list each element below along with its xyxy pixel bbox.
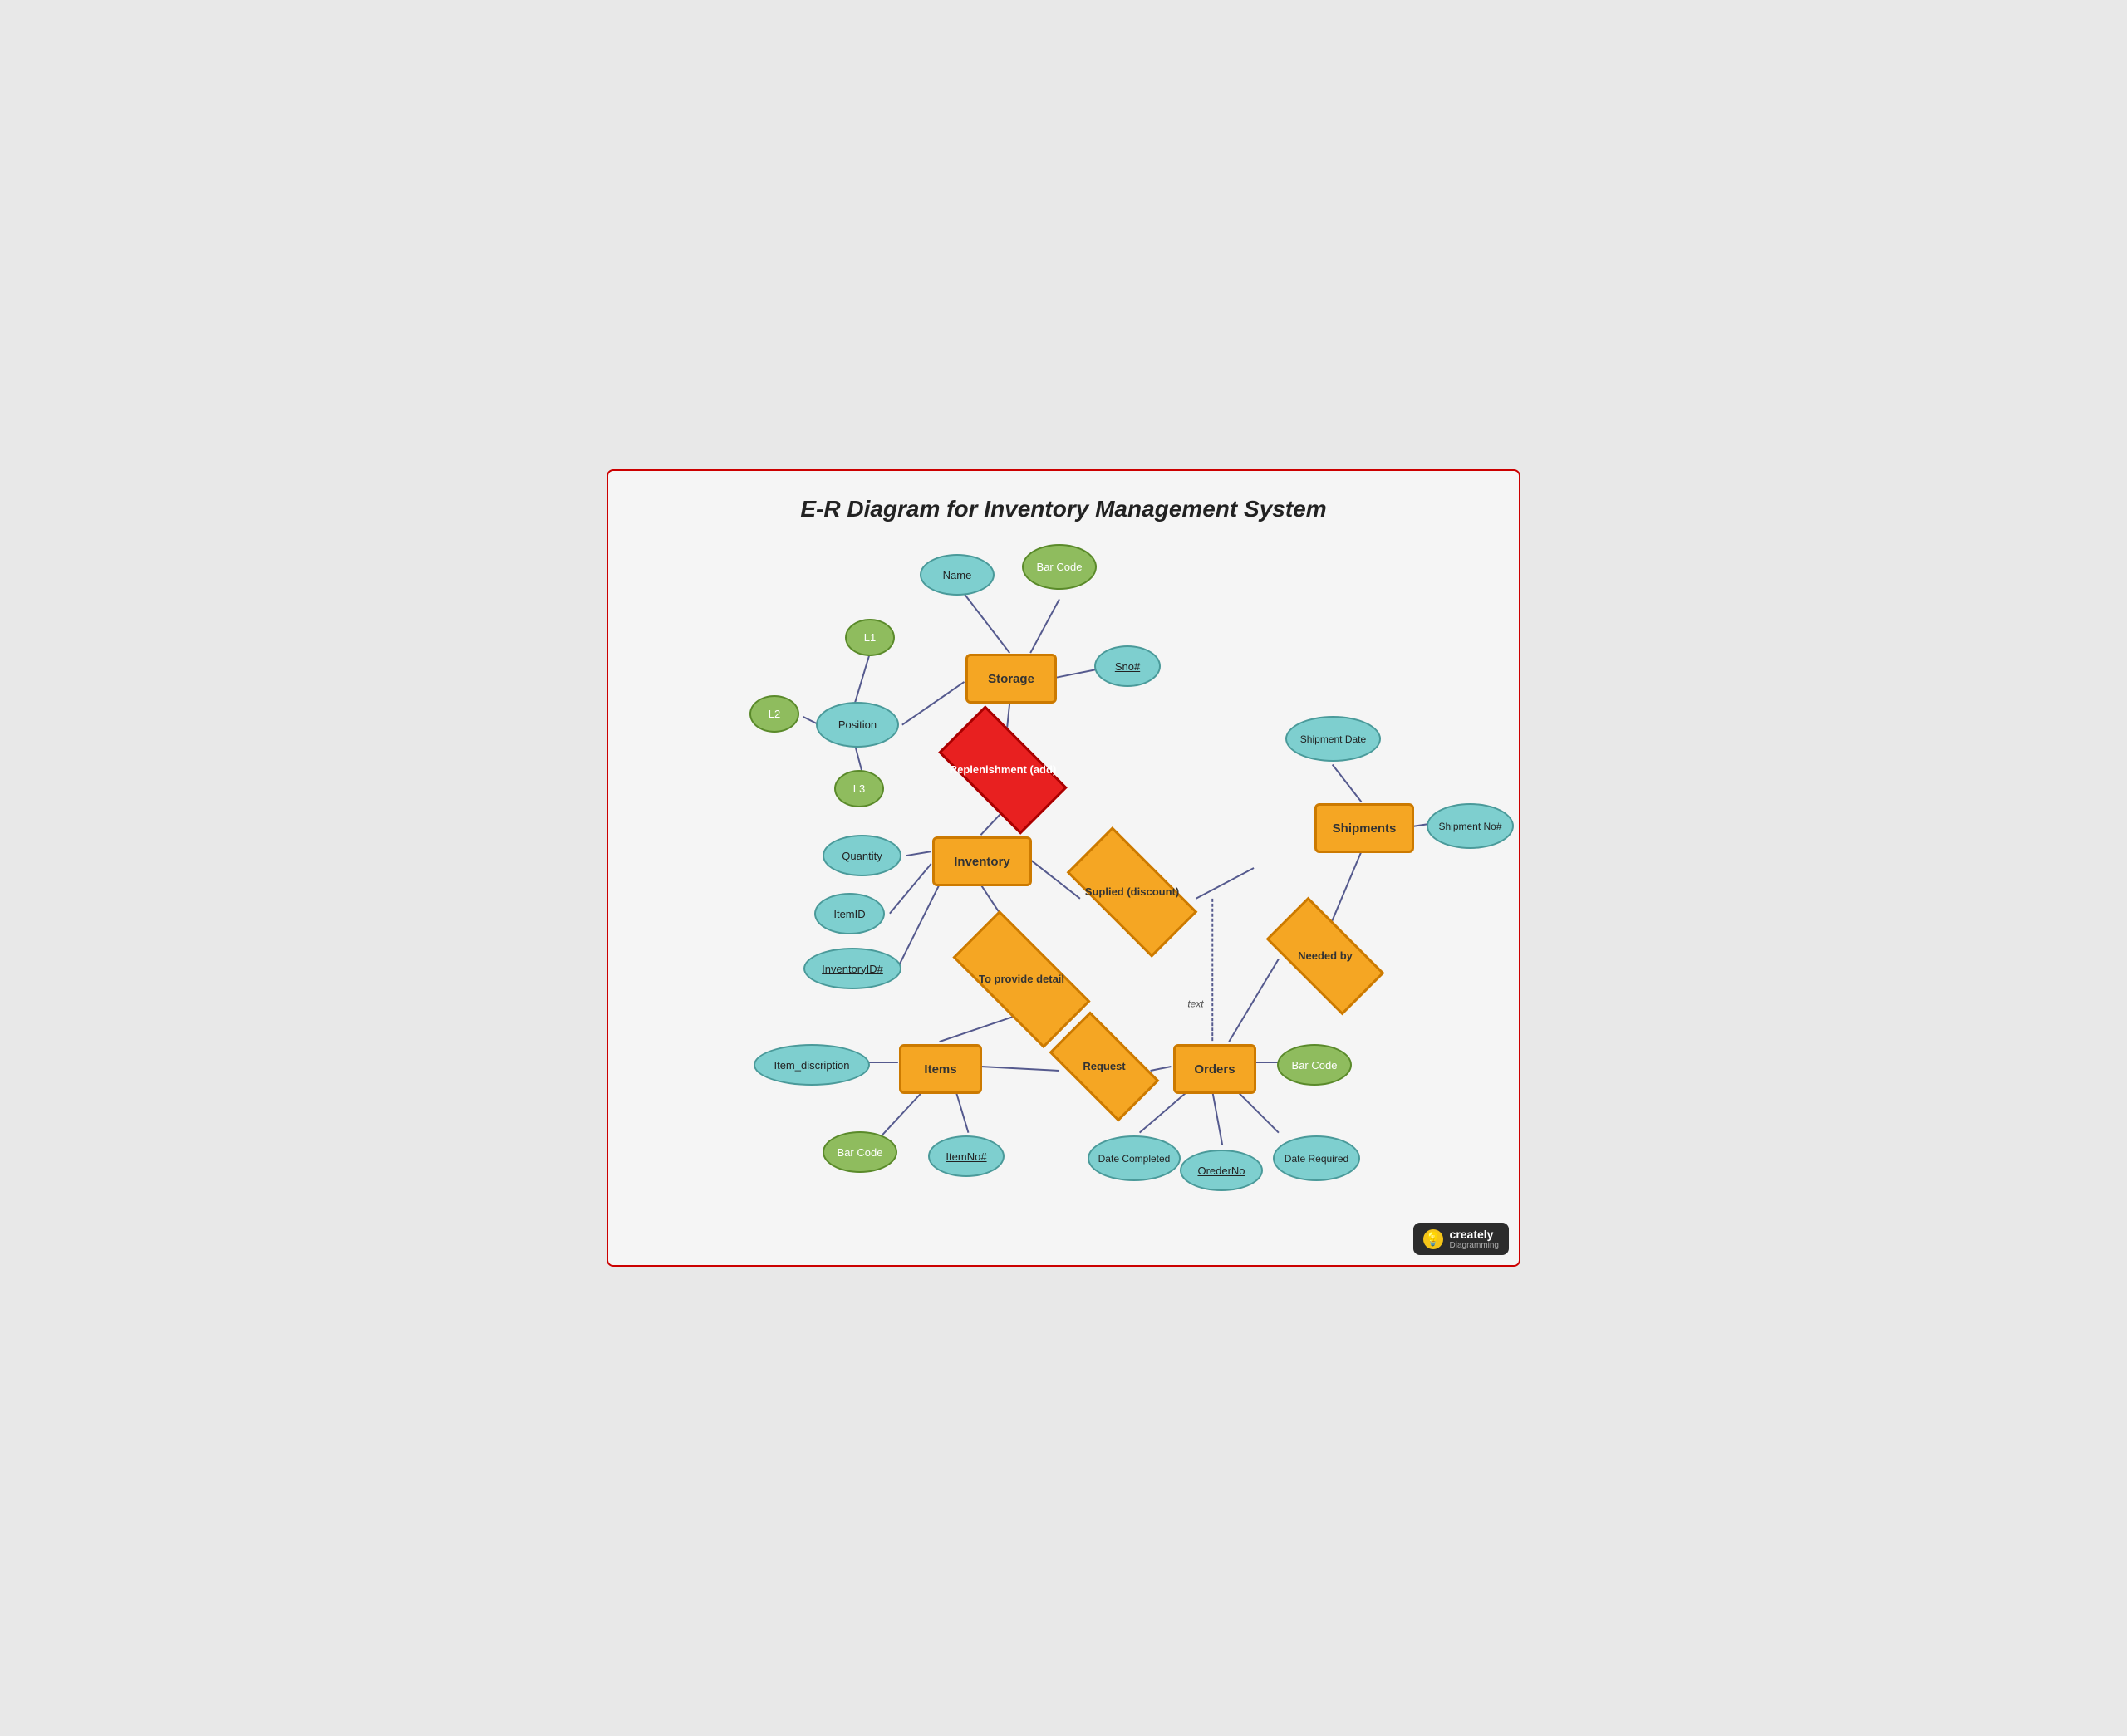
logo-subtext: Diagramming [1450,1241,1499,1250]
attr-shipment-no: Shipment No# [1427,803,1514,849]
attr-l2: L2 [749,695,799,733]
relationship-needed-by: Needed by [1271,926,1379,986]
entity-storage: Storage [965,654,1057,704]
attr-barcode-orders: Bar Code [1277,1044,1352,1086]
attr-l3: L3 [834,770,884,807]
attr-sno: Sno# [1094,645,1161,687]
attr-date-completed: Date Completed [1088,1135,1181,1181]
attr-barcode-storage: Bar Code [1022,544,1097,590]
attr-item-desc: Item_discription [754,1044,870,1086]
attr-barcode-items: Bar Code [823,1131,897,1173]
relationship-supplied: Suplied (discount) [1072,860,1192,924]
attr-position: Position [816,702,899,748]
diagram-title: E-R Diagram for Inventory Management Sys… [625,488,1502,522]
logo-icon: 💡 [1423,1229,1443,1249]
attr-shipment-date: Shipment Date [1285,716,1381,762]
attr-l1: L1 [845,619,895,656]
entity-items: Items [899,1044,982,1094]
attr-itemid: ItemID [814,893,885,934]
entity-shipments: Shipments [1314,803,1414,853]
entity-orders: Orders [1173,1044,1256,1094]
attr-inventoryid: InventoryID# [803,948,901,989]
diagram-container: E-R Diagram for Inventory Management Sys… [607,469,1520,1267]
logo-name: creately [1450,1228,1499,1241]
relationship-replenishment: Replenishment (add) [945,737,1061,803]
creately-logo: 💡 creately Diagramming [1413,1223,1509,1255]
attr-date-required: Date Required [1273,1135,1360,1181]
attr-name: Name [920,554,995,596]
relationship-to-provide: To provide detail [957,946,1086,1013]
entity-inventory: Inventory [932,836,1032,886]
attr-orderno: OrederNo [1180,1150,1263,1191]
attr-itemno: ItemNo# [928,1135,1005,1177]
svg-text:text: text [1187,998,1204,1009]
relationship-request: Request [1055,1037,1153,1096]
attr-quantity: Quantity [823,835,901,876]
